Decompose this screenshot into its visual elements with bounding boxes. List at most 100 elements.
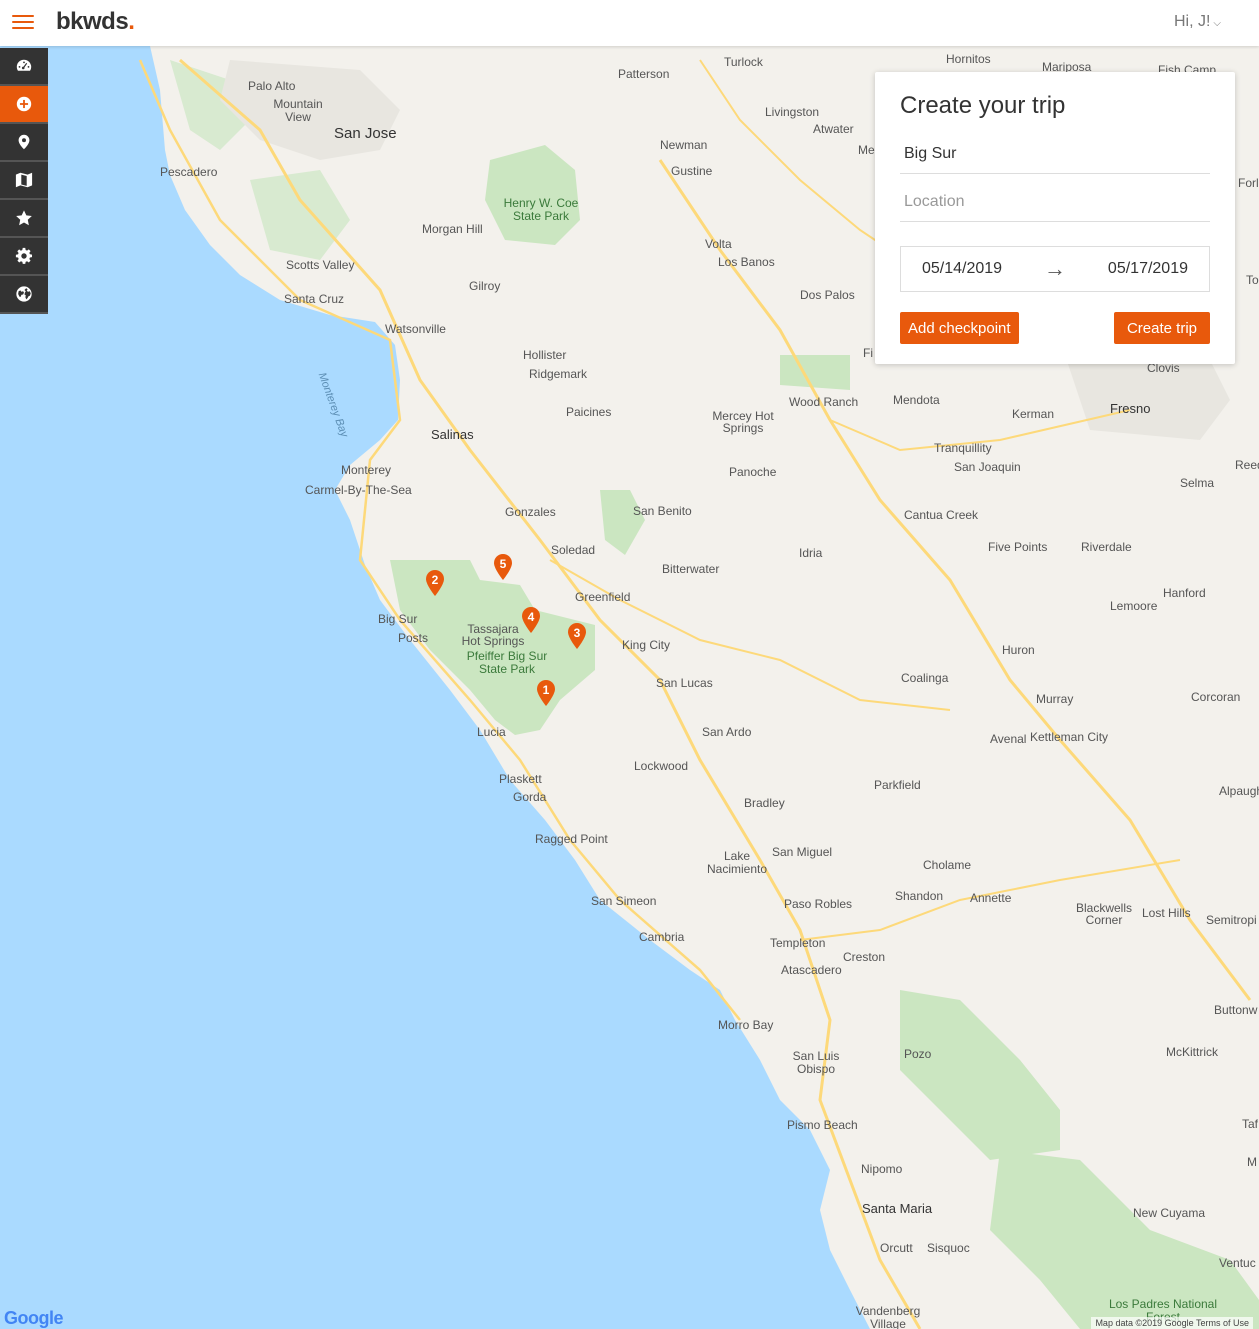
- map-label: San Benito: [633, 504, 692, 518]
- map-label: San Simeon: [591, 894, 657, 908]
- map-label: Greenfield: [575, 590, 631, 604]
- map-label: Posts: [398, 631, 429, 645]
- plus-circle-icon: [16, 96, 32, 112]
- hamburger-icon[interactable]: [12, 15, 34, 31]
- map-pin-3[interactable]: 3: [567, 623, 587, 649]
- map-label: San Lucas: [656, 676, 713, 690]
- map-label: San Joaquin: [954, 460, 1021, 474]
- map-label: McKittrick: [1166, 1045, 1218, 1059]
- map-label: Semitropi: [1206, 913, 1257, 927]
- chevron-down-icon: ⌵: [1213, 18, 1221, 29]
- map-pin-5[interactable]: 5: [493, 554, 513, 580]
- sidebar-item-dashboard[interactable]: [0, 48, 48, 86]
- end-date[interactable]: 05/17/2019: [1108, 260, 1188, 278]
- map-label: King City: [622, 638, 671, 652]
- map-label: Volta: [705, 237, 732, 251]
- map-label: San Miguel: [772, 845, 833, 859]
- map-label: Kettleman City: [1030, 730, 1109, 744]
- start-date[interactable]: 05/14/2019: [922, 260, 1002, 278]
- map-attribution[interactable]: Map data ©2019 Google Terms of Use: [1091, 1317, 1253, 1329]
- park-central: [780, 355, 850, 390]
- sidebar-item-explore[interactable]: [0, 276, 48, 314]
- arrow-right-icon: →: [1043, 256, 1066, 281]
- map-label: Watsonville: [385, 322, 446, 336]
- map-label: Lucia: [477, 725, 506, 739]
- map-label: Mountain View: [273, 97, 323, 124]
- pin-label: 4: [527, 610, 535, 624]
- map-icon: [15, 172, 33, 188]
- pin-label: 5: [499, 557, 507, 571]
- map-label: Paicines: [566, 405, 612, 419]
- greeting: Hi, J!: [1173, 13, 1211, 30]
- map-label: Cambria: [639, 930, 685, 944]
- map-label: Shandon: [895, 889, 944, 903]
- map-label: Vandenberg Village: [855, 1304, 921, 1329]
- add-checkpoint-button[interactable]: Add checkpoint: [900, 312, 1019, 344]
- map-label: Lemoore: [1110, 599, 1158, 613]
- map-label: Plaskett: [499, 772, 542, 786]
- logo-dot: .: [128, 8, 135, 35]
- map-label: Corcoran: [1191, 690, 1241, 704]
- map-label: San Jose: [334, 125, 397, 142]
- map-label: Big Sur: [378, 612, 418, 626]
- map-label: Annette: [970, 891, 1012, 905]
- map-label: San Luis Obispo: [792, 1049, 840, 1076]
- google-logo[interactable]: Google: [4, 1308, 64, 1329]
- sidebar: [0, 48, 48, 314]
- map-label: Pismo Beach: [787, 1118, 858, 1132]
- map-label: Palo Alto: [248, 79, 296, 93]
- map-pin-1[interactable]: 1: [536, 680, 556, 706]
- map-label: Newman: [660, 138, 708, 152]
- map-label: Idria: [799, 546, 823, 560]
- create-trip-button[interactable]: Create trip: [1113, 312, 1210, 344]
- ocean: [0, 46, 870, 1329]
- map-label: Cholame: [923, 858, 972, 872]
- trip-name-input[interactable]: [900, 134, 1210, 174]
- map-label: Taf: [1242, 1117, 1259, 1131]
- google-logo-text: Google: [4, 1308, 64, 1328]
- map-label: Parkfield: [874, 778, 921, 792]
- sidebar-item-maps[interactable]: [0, 162, 48, 200]
- map-label: Morgan Hill: [422, 222, 483, 236]
- map-label: San Ardo: [702, 725, 752, 739]
- map-label: Monterey: [341, 463, 392, 477]
- park-santa-cruz-mtns: [250, 170, 350, 260]
- map-label: Bradley: [744, 796, 785, 810]
- sidebar-item-settings[interactable]: [0, 238, 48, 276]
- map-label: Hollister: [523, 348, 567, 362]
- map-label: Orcutt: [880, 1241, 913, 1255]
- map-label: Kerman: [1012, 407, 1055, 421]
- map-label: Templeton: [770, 936, 826, 950]
- map-label: Mendota: [893, 393, 940, 407]
- star-icon: [16, 210, 32, 226]
- map-label: Murray: [1036, 692, 1074, 706]
- map-label: Turlock: [724, 55, 763, 69]
- map-label: Me: [858, 143, 875, 157]
- map-pin-4[interactable]: 4: [521, 607, 541, 633]
- map-label: Selma: [1180, 476, 1215, 490]
- map-pin-2[interactable]: 2: [425, 570, 445, 596]
- map-label: Salinas: [431, 427, 474, 442]
- map-label: Tranquillity: [934, 441, 992, 455]
- sidebar-item-favorites[interactable]: [0, 200, 48, 238]
- logo-text: bkwds: [56, 8, 129, 35]
- map-label: Atascadero: [781, 963, 842, 977]
- date-range-picker[interactable]: 05/14/2019 → 05/17/2019: [900, 246, 1210, 292]
- map-label: Forl: [1238, 176, 1259, 190]
- location-input[interactable]: [900, 182, 1210, 222]
- map-label: Lake Nacimiento: [706, 849, 768, 876]
- pin-label: 3: [573, 626, 581, 640]
- user-menu[interactable]: Hi, J! ⌵: [1174, 13, 1221, 31]
- logo[interactable]: bkwds.: [56, 8, 135, 36]
- map-label: Patterson: [618, 67, 670, 81]
- map-label: Panoche: [729, 465, 777, 479]
- map-label: Creston: [843, 950, 886, 964]
- map-label: Soledad: [551, 543, 596, 557]
- park-san-benito: [600, 490, 645, 555]
- map-label: Bitterwater: [662, 562, 720, 576]
- sidebar-item-create-trip[interactable]: [0, 86, 48, 124]
- sidebar-item-locations[interactable]: [0, 124, 48, 162]
- map-label: Paso Robles: [784, 897, 853, 911]
- pin-label: 1: [542, 683, 550, 697]
- map-label: To: [1246, 273, 1259, 287]
